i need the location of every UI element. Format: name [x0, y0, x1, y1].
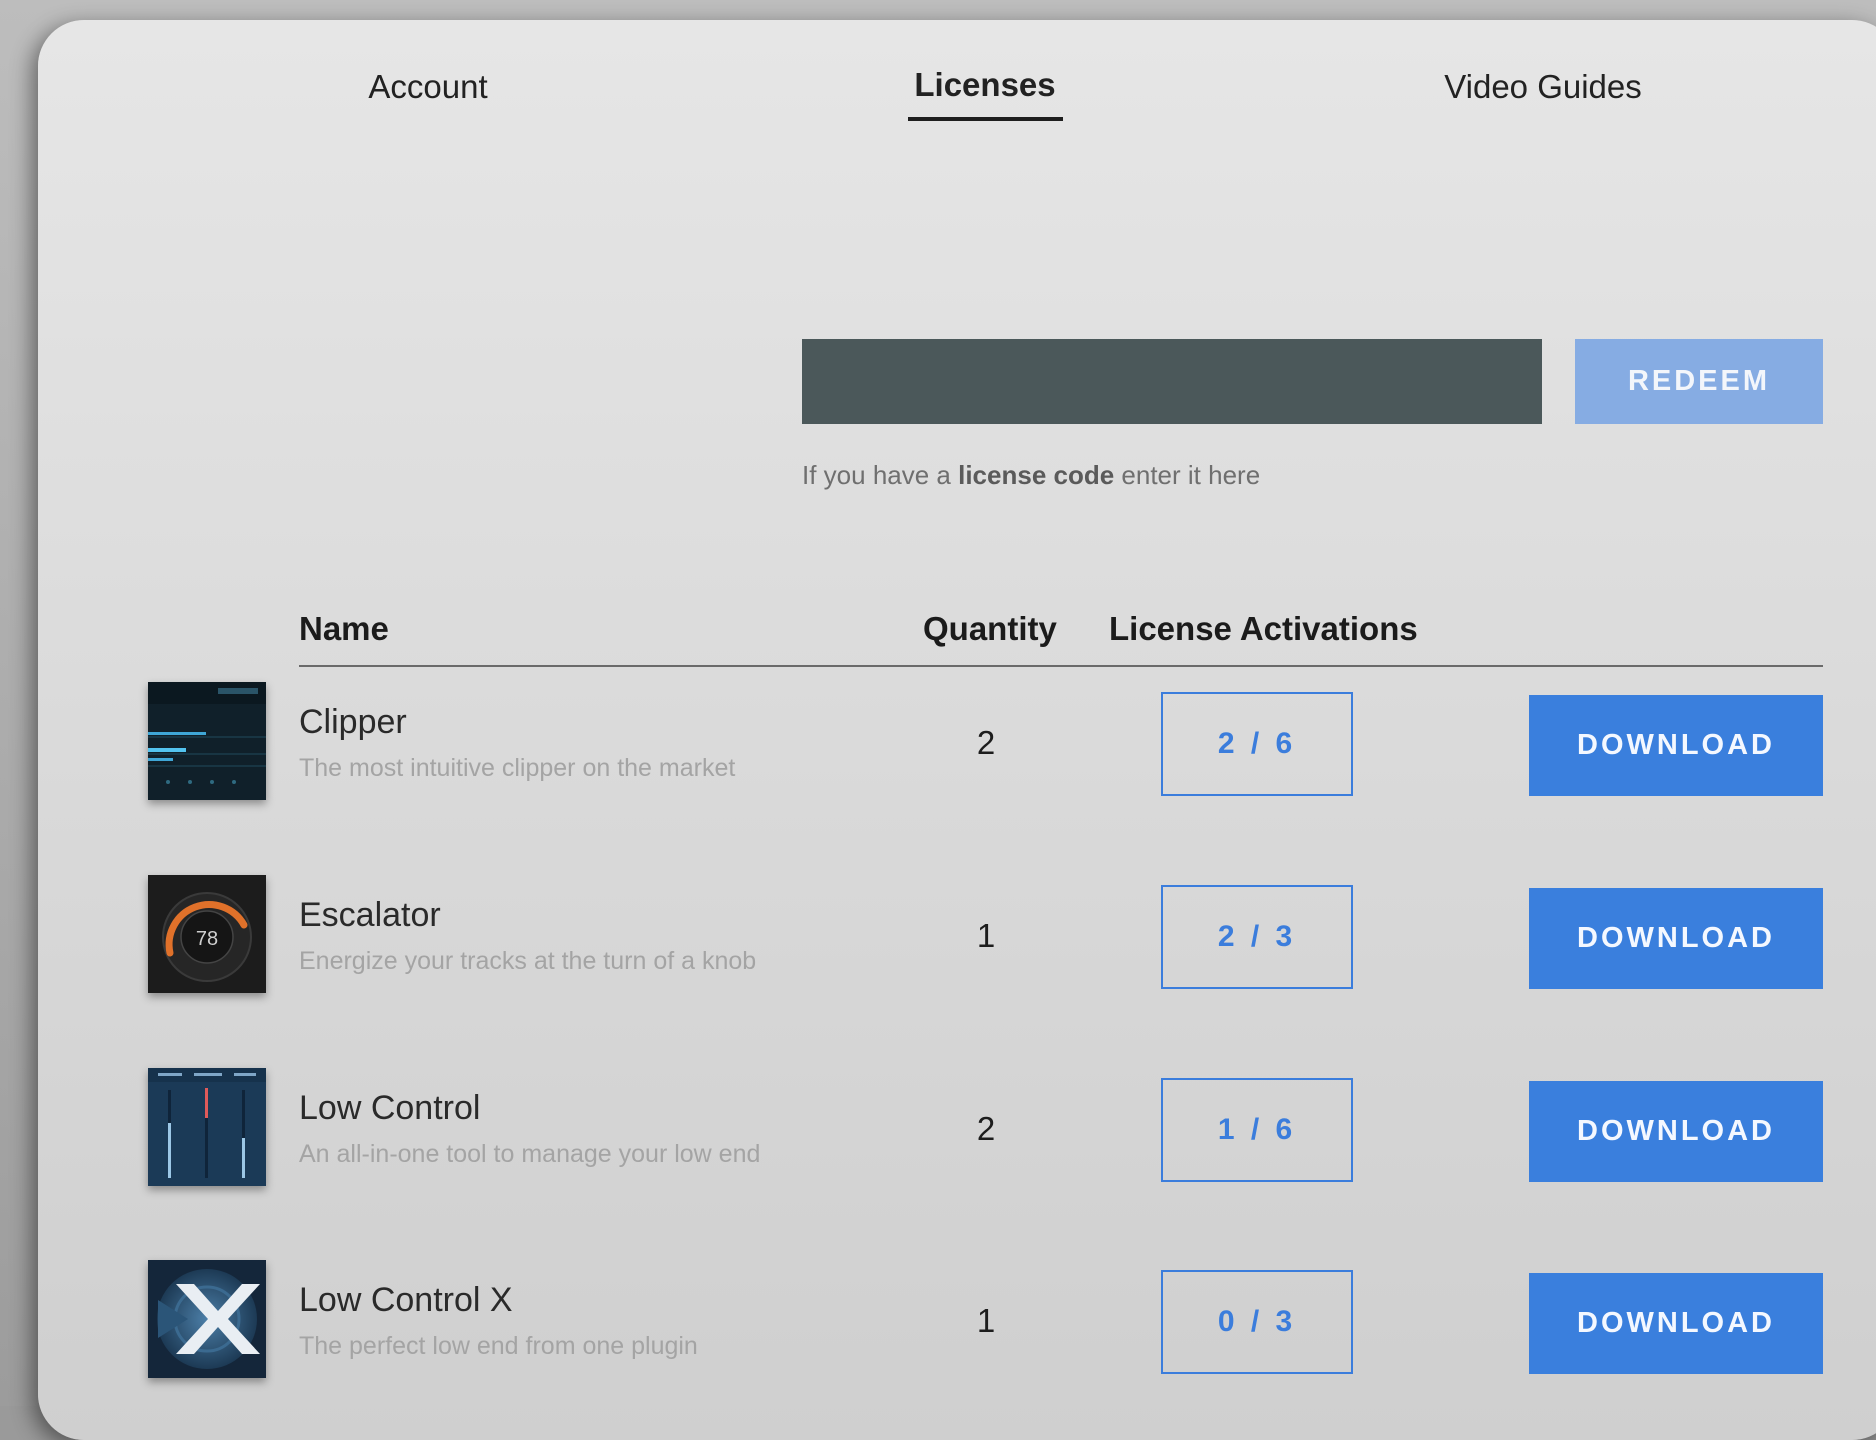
low-control-thumbnail-icon [148, 1068, 266, 1186]
license-activations-button[interactable]: 1 / 6 [1161, 1078, 1353, 1182]
hint-suffix: enter it here [1114, 460, 1261, 490]
tab-account[interactable]: Account [368, 68, 487, 106]
product-quantity: 1 [976, 917, 996, 954]
product-quantity: 2 [976, 724, 996, 761]
download-button[interactable]: DOWNLOAD [1529, 1273, 1823, 1374]
download-button[interactable]: DOWNLOAD [1529, 1081, 1823, 1182]
download-button[interactable]: DOWNLOAD [1529, 695, 1823, 796]
product-quantity: 1 [976, 1302, 996, 1339]
license-code-hint: If you have a license code enter it here [802, 460, 1260, 491]
tab-video-guides[interactable]: Video Guides [1444, 68, 1642, 106]
active-tab-indicator [908, 117, 1063, 121]
header-divider [299, 665, 1823, 667]
product-description: The perfect low end from one plugin [299, 1332, 698, 1360]
redeem-button[interactable]: REDEEM [1575, 339, 1823, 424]
table-row: Clipper The most intuitive clipper on th… [38, 682, 1876, 802]
license-code-input[interactable] [802, 339, 1542, 424]
product-name: Clipper [299, 703, 407, 741]
column-header-activations: License Activations [1109, 610, 1418, 647]
product-name: Escalator [299, 896, 441, 934]
license-activations-button[interactable]: 2 / 6 [1161, 692, 1353, 796]
download-button[interactable]: DOWNLOAD [1529, 888, 1823, 989]
column-header-quantity: Quantity [923, 610, 1057, 647]
license-activations-button[interactable]: 0 / 3 [1161, 1270, 1353, 1374]
product-description: Energize your tracks at the turn of a kn… [299, 947, 757, 975]
escalator-thumbnail-icon: 78 [148, 875, 266, 993]
hint-prefix: If you have a [802, 460, 959, 490]
hint-bold: license code [958, 460, 1115, 490]
escalator-knob-value: 78 [196, 928, 218, 950]
table-row: 78 Escalator Energize your tracks at the… [38, 875, 1876, 995]
product-name: Low Control X [299, 1281, 513, 1319]
low-control-x-thumbnail-icon [148, 1260, 266, 1378]
product-name: Low Control [299, 1089, 481, 1127]
product-description: The most intuitive clipper on the market [299, 754, 736, 782]
product-description: An all-in-one tool to manage your low en… [299, 1140, 761, 1168]
clipper-thumbnail-icon [148, 682, 266, 800]
tab-licenses[interactable]: Licenses [914, 66, 1055, 104]
product-quantity: 2 [976, 1110, 996, 1147]
table-row: Low Control X The perfect low end from o… [38, 1260, 1876, 1380]
column-header-name: Name [299, 610, 389, 647]
table-row: Low Control An all-in-one tool to manage… [38, 1068, 1876, 1188]
licenses-panel: Account Licenses Video Guides REDEEM If … [38, 20, 1876, 1440]
license-activations-button[interactable]: 2 / 3 [1161, 885, 1353, 989]
